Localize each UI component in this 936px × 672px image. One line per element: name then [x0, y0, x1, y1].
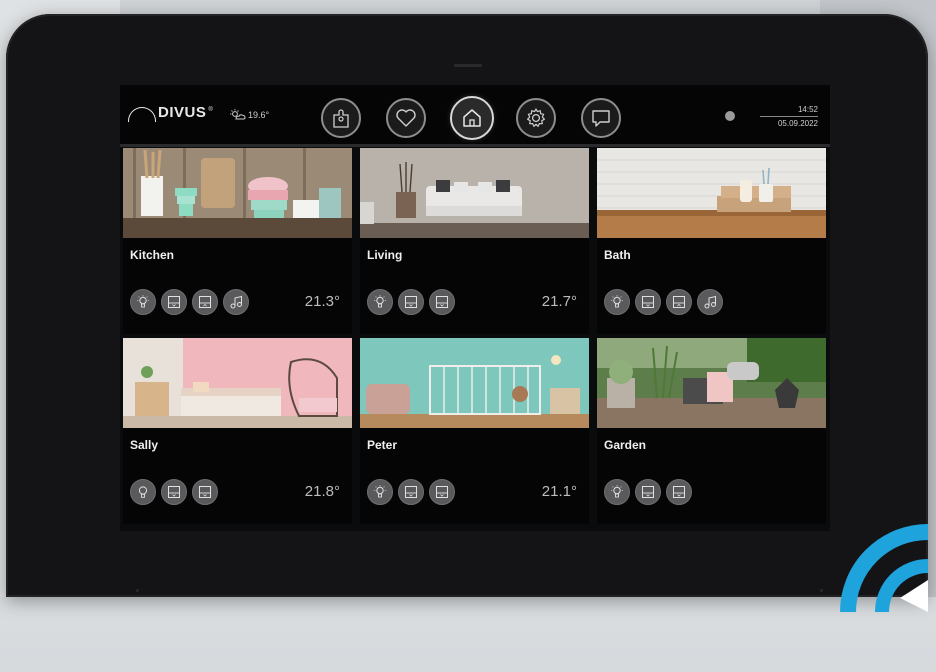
light-button[interactable]	[604, 289, 630, 315]
blind-down-icon	[436, 486, 448, 498]
blind-up-icon	[199, 296, 211, 308]
gear-icon	[527, 108, 545, 127]
room-temperature: 21.8°	[304, 483, 340, 500]
room-name: Sally	[130, 438, 159, 452]
outdoor-temperature: 19.6°	[248, 110, 270, 120]
room-name: Garden	[604, 438, 647, 452]
brand-swoosh-logo	[840, 524, 929, 613]
room-name: Living	[367, 248, 403, 262]
bulb-icon	[374, 485, 386, 498]
room-card-garden[interactable]: Garden	[597, 338, 826, 524]
room-controls	[604, 289, 723, 315]
light-button[interactable]	[604, 479, 630, 505]
room-controls	[367, 289, 455, 315]
peter-photo	[360, 338, 589, 428]
blind-down-icon	[642, 296, 654, 308]
clock: 14:52 05.09.2022	[760, 105, 818, 128]
light-button[interactable]	[367, 289, 393, 315]
puzzle-icon	[333, 109, 349, 128]
bulb-off-icon	[138, 486, 148, 498]
blind-down-button[interactable]	[161, 289, 187, 315]
blind-down-button[interactable]	[398, 479, 424, 505]
status-indicator	[725, 111, 735, 121]
room-name: Peter	[367, 438, 398, 452]
weather-widget[interactable]: 19.6°	[230, 109, 269, 121]
bath-photo	[597, 148, 826, 238]
sun-cloud-icon	[230, 109, 246, 120]
logo-text: DIVUS	[158, 104, 207, 121]
blind-down-icon	[168, 486, 180, 498]
room-temperature: 21.3°	[304, 293, 340, 310]
clock-date: 05.09.2022	[777, 119, 818, 128]
room-name: Bath	[604, 248, 631, 262]
nav-settings-button[interactable]	[516, 98, 556, 138]
light-button[interactable]	[130, 289, 156, 315]
divus-logo: DIVUS ®	[128, 103, 213, 122]
bulb-icon	[137, 295, 149, 308]
music-button[interactable]	[697, 289, 723, 315]
blind-down-button[interactable]	[429, 289, 455, 315]
room-controls	[367, 479, 455, 505]
room-card-kitchen[interactable]: Kitchen 21.3°	[123, 148, 352, 334]
room-name: Kitchen	[130, 248, 175, 262]
kitchen-photo	[123, 148, 352, 238]
room-controls	[604, 479, 692, 505]
blind-up-button[interactable]	[666, 289, 692, 315]
nav-favorites-button[interactable]	[386, 98, 426, 138]
music-icon	[230, 295, 242, 309]
light-button[interactable]	[130, 479, 156, 505]
blind-up-button[interactable]	[192, 289, 218, 315]
blind-down-icon	[673, 486, 685, 498]
nav-messages-button[interactable]	[581, 98, 621, 138]
blind-down-button[interactable]	[635, 479, 661, 505]
sensor-dot	[820, 589, 823, 592]
music-icon	[704, 295, 716, 309]
nav-scenarios-button[interactable]	[321, 98, 361, 138]
blind-down-icon	[642, 486, 654, 498]
music-button[interactable]	[223, 289, 249, 315]
room-controls	[130, 479, 218, 505]
room-card-peter[interactable]: Peter 21.1°	[360, 338, 589, 524]
room-card-living[interactable]: Living 21.7°	[360, 148, 589, 334]
blind-down-icon	[405, 296, 417, 308]
chat-bubble-icon	[592, 110, 610, 127]
camera-icon	[454, 64, 482, 67]
blind-down-icon	[436, 296, 448, 308]
room-controls	[130, 289, 249, 315]
clock-time: 14:52	[760, 105, 818, 117]
living-photo	[360, 148, 589, 238]
blind-down-button[interactable]	[429, 479, 455, 505]
blind-down-icon	[168, 296, 180, 308]
top-bar: DIVUS ® 19.6° 14:52 05.09.2022	[120, 85, 830, 147]
room-grid: Kitchen 21.3° Living 21.7° Bath Sally 21…	[123, 148, 827, 526]
heart-icon	[396, 109, 416, 127]
blind-down-button[interactable]	[398, 289, 424, 315]
blind-down-button[interactable]	[635, 289, 661, 315]
bulb-icon	[374, 295, 386, 308]
logo-arc-icon	[128, 107, 156, 122]
bulb-icon	[611, 485, 623, 498]
room-card-bath[interactable]: Bath	[597, 148, 826, 334]
blind-up-icon	[673, 296, 685, 308]
bulb-icon	[611, 295, 623, 308]
light-button[interactable]	[367, 479, 393, 505]
garden-photo	[597, 338, 826, 428]
sensor-dot	[136, 589, 139, 592]
sally-photo	[123, 338, 352, 428]
top-bar-divider	[120, 144, 830, 147]
nav-home-button[interactable]	[450, 96, 494, 140]
room-temperature: 21.7°	[541, 293, 577, 310]
blind-down-button[interactable]	[161, 479, 187, 505]
blind-down-icon	[199, 486, 211, 498]
touch-screen: DIVUS ® 19.6° 14:52 05.09.2022 Kitchen 2…	[120, 85, 830, 531]
room-temperature: 21.1°	[541, 483, 577, 500]
blind-down-button[interactable]	[666, 479, 692, 505]
logo-trademark: ®	[208, 106, 213, 113]
room-card-sally[interactable]: Sally 21.8°	[123, 338, 352, 524]
house-icon	[463, 109, 481, 127]
blind-down-button[interactable]	[192, 479, 218, 505]
blind-down-icon	[405, 486, 417, 498]
